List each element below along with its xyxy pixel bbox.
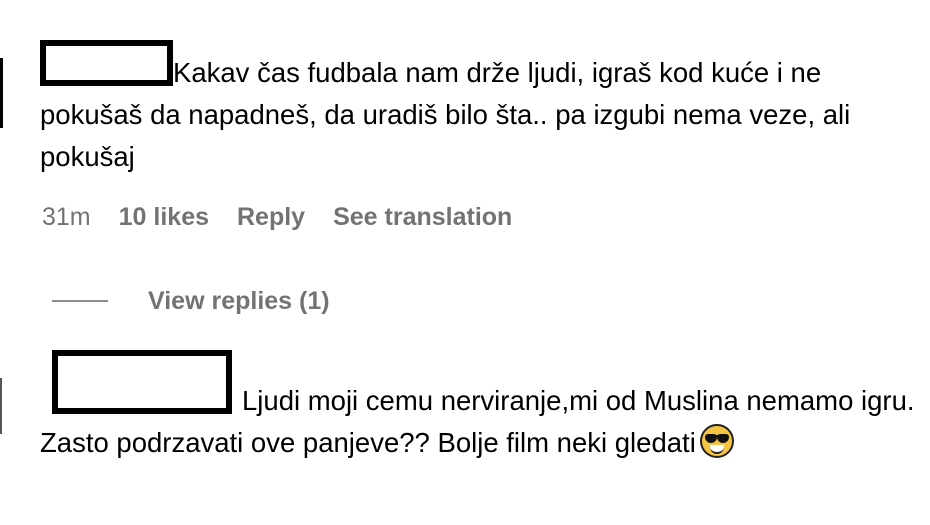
comment-1-time: 31m xyxy=(42,202,91,231)
comment-1: Kakav čas fudbala nam drže ljudi, igraš … xyxy=(40,40,930,178)
redacted-username xyxy=(40,40,173,86)
comment-1-see-translation[interactable]: See translation xyxy=(333,203,512,232)
view-replies[interactable]: View replies (1) xyxy=(52,285,330,317)
comment-1-reply-button[interactable]: Reply xyxy=(237,203,305,232)
comment-1-body: Kakav čas fudbala nam drže ljudi, igraš … xyxy=(40,40,930,178)
left-edge-marker-bottom xyxy=(0,378,2,434)
view-replies-label[interactable]: View replies (1) xyxy=(148,287,330,316)
comment-1-likes[interactable]: 10 likes xyxy=(119,203,209,232)
comment-2: Ljudi moji cemu nerviranje,mi od Muslina… xyxy=(40,350,930,464)
left-edge-marker-top xyxy=(0,58,3,128)
comment-1-meta: 31m 10 likes Reply See translation xyxy=(42,200,540,234)
comment-2-body: Ljudi moji cemu nerviranje,mi od Muslina… xyxy=(40,350,930,464)
sunglasses-emoji-icon xyxy=(699,424,734,458)
replies-divider-line xyxy=(52,300,108,302)
redacted-username-2 xyxy=(52,350,232,414)
